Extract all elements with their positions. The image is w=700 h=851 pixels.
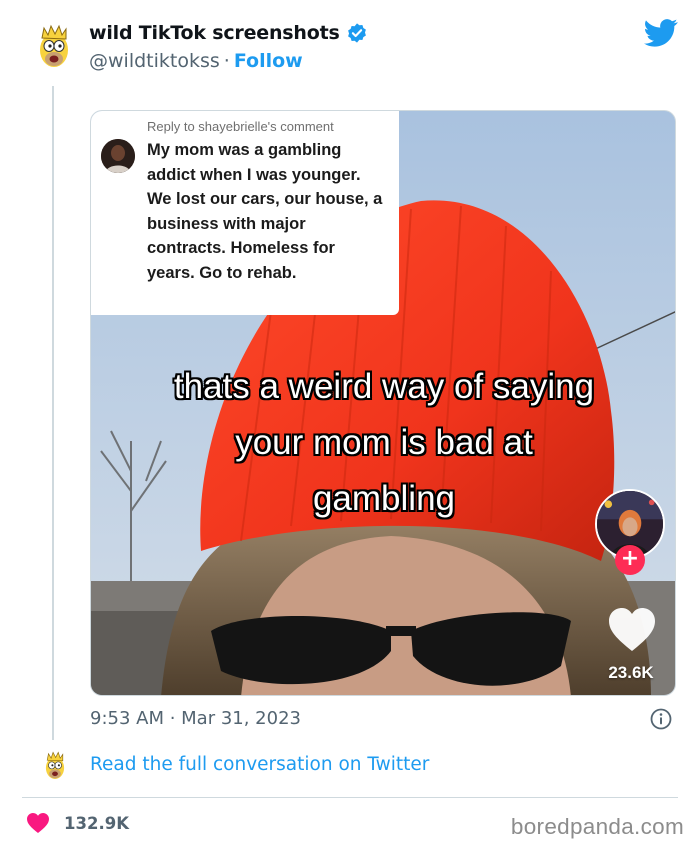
likes-count: 132.9K <box>64 813 129 833</box>
tweet-media-image[interactable]: Reply to shayebrielle's comment My mom w… <box>90 110 676 696</box>
reply-comment-text: My mom was a gambling addict when I was … <box>147 141 383 282</box>
display-name[interactable]: wild TikTok screenshots <box>89 22 340 44</box>
caption-line-3: gambling <box>312 479 456 518</box>
boredpanda-watermark: boredpanda.com <box>510 814 684 839</box>
reply-comment-card: Reply to shayebrielle's comment My mom w… <box>91 111 399 315</box>
reply-to-label: Reply to shayebrielle's comment <box>147 119 334 134</box>
small-profile-avatar <box>45 751 65 779</box>
handle-separator: · <box>223 50 230 72</box>
commenter-avatar <box>101 139 135 173</box>
video-like-heart-icon[interactable] <box>607 607 657 653</box>
verified-badge-icon <box>347 23 366 43</box>
follow-plus-button[interactable]: + <box>615 545 645 575</box>
tweet-timestamp[interactable]: 9:53 AM · Mar 31, 2023 <box>90 708 301 729</box>
tweet-header: wild TikTok screenshots @wildtiktokss · Fo… <box>0 0 700 100</box>
thread-line <box>52 86 54 740</box>
profile-avatar[interactable] <box>34 24 74 70</box>
divider <box>22 797 678 798</box>
twitter-bird-icon[interactable] <box>644 18 678 48</box>
follow-button[interactable]: Follow <box>234 50 303 72</box>
handle[interactable]: @wildtiktokss <box>89 50 220 72</box>
video-caption: thats a weird way of saying your mom is … <box>91 359 675 527</box>
caption-line-2: your mom is bad at <box>235 423 533 462</box>
caption-line-1: thats a weird way of saying <box>173 367 595 406</box>
info-icon[interactable] <box>650 708 672 730</box>
video-like-count: 23.6K <box>608 663 654 682</box>
heart-icon[interactable] <box>26 812 50 834</box>
read-full-conversation-link[interactable]: Read the full conversation on Twitter <box>90 754 429 775</box>
handle-row: @wildtiktokss · Follow <box>89 50 303 72</box>
likes-row[interactable]: 132.9K <box>26 812 129 834</box>
